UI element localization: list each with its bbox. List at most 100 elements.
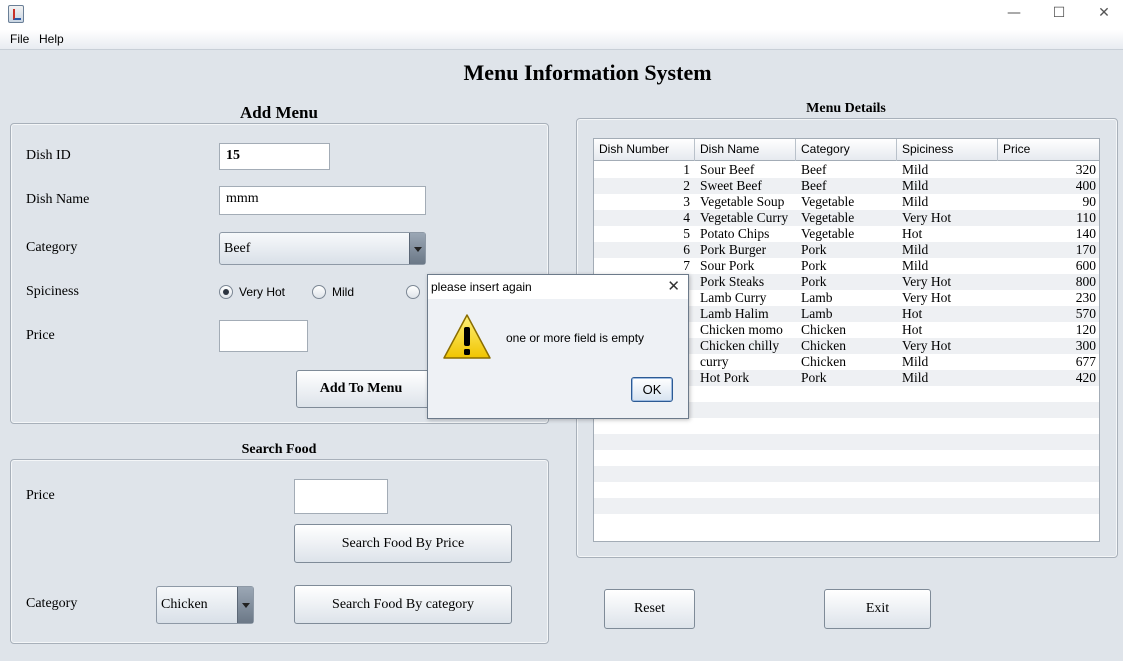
table-row-empty [594, 450, 1099, 466]
spiciness-label: Spiciness [26, 284, 79, 299]
search-price-input[interactable] [294, 479, 388, 514]
table-row-empty [594, 482, 1099, 498]
column-header[interactable]: Spiciness [897, 139, 998, 161]
warning-icon [443, 314, 491, 359]
table-cell: 677 [1075, 354, 1096, 369]
table-cell: Pork [801, 258, 827, 273]
table-cell: Vegetable Soup [700, 194, 785, 209]
table-cell: Pork [801, 370, 827, 385]
search-price-label: Price [26, 488, 55, 503]
ok-button[interactable]: OK [631, 377, 673, 402]
chevron-down-icon[interactable] [237, 587, 253, 623]
minimize-icon[interactable]: — [991, 0, 1037, 30]
table-cell: Hot [902, 306, 923, 321]
window-title-bar: — ☐ ✕ [0, 0, 1123, 30]
table-cell: Potato Chips [700, 226, 770, 241]
table-cell: 420 [1075, 370, 1096, 385]
dialog-title: please insert again [431, 280, 532, 294]
table-cell: 230 [1075, 290, 1096, 305]
table-row[interactable]: 4 Vegetable Curry Vegetable Very Hot 110 [594, 210, 1099, 226]
table-cell: 120 [1075, 322, 1096, 337]
table-row[interactable]: 6 Pork Burger Pork Mild 170 [594, 242, 1099, 258]
table-cell: Lamb [801, 290, 833, 305]
table-row-empty [594, 418, 1099, 434]
menu-file[interactable]: File [10, 32, 29, 46]
dish-id-input[interactable]: 15 [219, 143, 330, 170]
table-cell: Pork [801, 274, 827, 289]
table-cell: Chicken chilly [700, 338, 780, 353]
category-label: Category [26, 240, 78, 255]
java-app-icon [8, 5, 24, 23]
table-cell: Mild [902, 194, 929, 209]
table-row[interactable]: 7 Sour Pork Pork Mild 600 [594, 258, 1099, 274]
error-dialog: please insert again ✕ one or more field … [427, 274, 689, 419]
close-icon[interactable]: ✕ [667, 277, 680, 295]
category-select-value: Beef [224, 240, 251, 256]
table-cell: Lamb Curry [700, 290, 767, 305]
table-cell: Beef [801, 162, 827, 177]
table-row-empty [594, 434, 1099, 450]
table-cell: 5 [683, 226, 690, 241]
table-row[interactable]: 1 Sour Beef Beef Mild 320 [594, 162, 1099, 178]
table-cell: Pork [801, 242, 827, 257]
table-cell: Sour Beef [700, 162, 755, 177]
table-cell: 600 [1075, 258, 1096, 273]
category-select[interactable]: Beef [219, 232, 426, 265]
table-row[interactable]: 5 Potato Chips Vegetable Hot 140 [594, 226, 1099, 242]
close-icon[interactable]: ✕ [1081, 0, 1123, 30]
chevron-down-icon[interactable] [409, 233, 425, 264]
table-cell: Lamb Halim [700, 306, 769, 321]
table-cell: Vegetable [801, 210, 855, 225]
radio-unselected-icon [312, 285, 326, 299]
search-category-label: Category [26, 596, 78, 611]
table-cell: Pork Steaks [700, 274, 765, 289]
search-category-value: Chicken [161, 597, 208, 612]
table-cell: Lamb [801, 306, 833, 321]
column-header[interactable]: Dish Number [594, 139, 695, 161]
column-header[interactable]: Category [796, 139, 897, 161]
table-row[interactable]: 2 Sweet Beef Beef Mild 400 [594, 178, 1099, 194]
column-header[interactable]: Dish Name [695, 139, 796, 161]
reset-button[interactable]: Reset [604, 589, 695, 629]
table-cell: Mild [902, 370, 929, 385]
dish-name-input[interactable]: mmm [219, 186, 426, 215]
radio-hot[interactable] [406, 285, 426, 301]
table-cell: Mild [902, 178, 929, 193]
dialog-title-bar: please insert again ✕ [428, 275, 688, 299]
table-cell: Pork Burger [700, 242, 767, 257]
radio-selected-icon [219, 285, 233, 299]
app-title: Menu Information System [463, 60, 712, 85]
table-cell: Vegetable [801, 194, 855, 209]
table-cell: Very Hot [902, 290, 952, 305]
table-cell: 170 [1075, 242, 1096, 257]
search-category-select[interactable]: Chicken [156, 586, 254, 624]
table-header: Dish Number Dish Name Category Spiciness… [594, 139, 1099, 161]
search-food-title: Search Food [241, 442, 317, 457]
table-row[interactable]: 3 Vegetable Soup Vegetable Mild 90 [594, 194, 1099, 210]
table-cell: 90 [1082, 194, 1097, 209]
table-cell: Beef [801, 178, 827, 193]
table-cell: Chicken [801, 338, 846, 353]
exit-button[interactable]: Exit [824, 589, 931, 629]
column-header[interactable]: Price [998, 139, 1099, 161]
maximize-icon[interactable]: ☐ [1036, 0, 1082, 30]
dish-id-label: Dish ID [26, 148, 71, 163]
table-row-empty [594, 466, 1099, 482]
table-cell: 570 [1075, 306, 1096, 321]
price-input[interactable] [219, 320, 308, 352]
table-cell: 7 [683, 258, 690, 273]
table-cell: Sweet Beef [700, 178, 762, 193]
table-cell: 300 [1075, 338, 1096, 353]
table-cell: 1 [683, 162, 690, 177]
table-cell: 3 [683, 194, 690, 209]
table-cell: 4 [683, 210, 690, 225]
table-cell: Chicken [801, 322, 846, 337]
table-cell: Mild [902, 242, 929, 257]
menu-help[interactable]: Help [39, 32, 64, 46]
table-cell: Vegetable [801, 226, 855, 241]
table-cell: 320 [1075, 162, 1096, 177]
search-by-price-button[interactable]: Search Food By Price [294, 524, 512, 563]
table-cell: 140 [1075, 226, 1096, 241]
table-cell: 400 [1075, 178, 1096, 193]
search-by-category-button[interactable]: Search Food By category [294, 585, 512, 624]
